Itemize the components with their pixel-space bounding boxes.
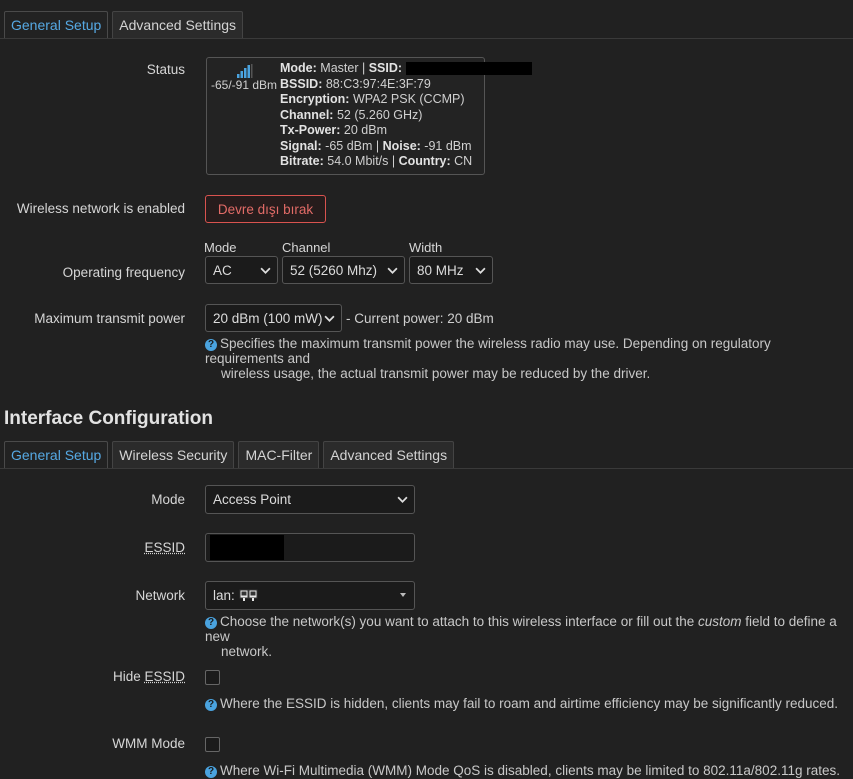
status-box: -65/-91 dBm Mode: Master | SSID: BSSID: … [206, 57, 532, 175]
txpower-key: Tx-Power: [280, 123, 341, 137]
tx-power-select[interactable]: 20 dBm (100 mW) [205, 304, 342, 332]
caret-down-icon [400, 593, 406, 597]
operating-frequency-label: Operating frequency [62, 265, 185, 280]
help-icon: ? [205, 339, 217, 351]
tx-power-help-line2: wireless usage, the actual transmit powe… [221, 366, 651, 381]
tx-power-label: Maximum transmit power [34, 311, 185, 326]
bssid-key: BSSID: [280, 76, 323, 91]
network-help-line2: network. [221, 644, 273, 659]
interface-tabs: General Setup Wireless Security MAC-Filt… [4, 441, 458, 469]
freq-channel-select[interactable]: 52 (5260 Mhz) [282, 256, 405, 284]
bitrate-key: Bitrate: [280, 154, 324, 168]
chevron-down-icon [475, 267, 486, 274]
iface-tab-divider [0, 468, 853, 469]
network-select[interactable]: lan: [205, 581, 415, 610]
wmm-mode-checkbox[interactable] [205, 737, 220, 752]
ssid-key: SSID: [368, 61, 403, 75]
wmm-help-text: Where Wi-Fi Multimedia (WMM) Mode QoS is… [220, 763, 840, 778]
network-interfaces-icon [239, 589, 258, 601]
signal-value: -65 dBm [325, 138, 373, 153]
hide-essid-help-text: Where the ESSID is hidden, clients may f… [220, 696, 839, 711]
chevron-down-icon [324, 315, 335, 322]
essid-redacted [210, 535, 284, 560]
status-label: Status [146, 62, 185, 77]
chevron-down-icon [397, 496, 408, 503]
freq-mode-label: Mode [204, 240, 237, 255]
mode-value: Master [320, 61, 359, 75]
mode-key: Mode: [280, 61, 317, 75]
noise-key: Noise: [382, 138, 421, 153]
tx-power-value: 20 dBm (100 mW) [213, 310, 323, 326]
section-heading: Interface Configuration [4, 408, 214, 429]
hide-essid-checkbox[interactable] [205, 670, 220, 685]
wireless-enabled-label: Wireless network is enabled [16, 201, 185, 216]
noise-value: -91 dBm [424, 138, 472, 153]
help-icon: ? [205, 617, 217, 629]
tab-mac-filter[interactable]: MAC-Filter [238, 441, 320, 468]
country-value: CN [454, 154, 473, 168]
chevron-down-icon [260, 267, 271, 274]
wmm-help: ? Where Wi-Fi Multimedia (WMM) Mode QoS i… [205, 763, 840, 778]
signal-key: Signal: [280, 138, 322, 153]
freq-width-value: 80 MHz [417, 262, 464, 278]
help-icon: ? [205, 766, 217, 778]
freq-channel-value: 52 (5260 Mhz) [290, 262, 378, 278]
ssid-redacted [405, 62, 532, 76]
tab-iface-general-setup[interactable]: General Setup [4, 441, 109, 468]
help-icon: ? [205, 699, 217, 711]
freq-mode-select[interactable]: AC [205, 256, 278, 284]
tab-iface-advanced-settings[interactable]: Advanced Settings [323, 441, 455, 468]
iface-mode-select[interactable]: Access Point [205, 485, 415, 514]
tab-general-setup[interactable]: General Setup [4, 11, 109, 38]
hide-essid-label: Hide ESSID [113, 669, 185, 684]
bitrate-value: 54.0 Mbit/s [327, 154, 389, 168]
hide-essid-label-pre: Hide [112, 669, 145, 684]
network-label: Network [135, 588, 185, 603]
network-help-em: custom [697, 614, 742, 629]
bssid-value: 88:C3:97:4E:3F:79 [325, 76, 431, 91]
network-help: ? Choose the network(s) you want to attac… [205, 614, 853, 659]
hide-essid-help: ? Where the ESSID is hidden, clients may … [205, 696, 838, 711]
txpower-value: 20 dBm [343, 123, 388, 137]
iface-mode-label: Mode [151, 492, 185, 507]
signal-range: -65/-91 dBm [211, 78, 278, 92]
freq-width-select[interactable]: 80 MHz [409, 256, 493, 284]
country-key: Country: [398, 154, 451, 168]
freq-channel-label: Channel [282, 240, 331, 255]
tab-advanced-settings[interactable]: Advanced Settings [112, 11, 244, 38]
current-power: - Current power: 20 dBm [346, 311, 494, 326]
iface-mode-value: Access Point [213, 492, 292, 507]
encryption-value: WPA2 PSK (CCMP) [352, 92, 465, 106]
network-help-pre: Choose the network(s) you want to attach… [220, 614, 698, 629]
essid-input[interactable] [205, 533, 415, 562]
channel-key: Channel: [280, 107, 334, 122]
essid-label: ESSID [144, 540, 185, 555]
freq-mode-value: AC [213, 262, 232, 278]
freq-width-label: Width [409, 240, 443, 255]
tx-power-help-line1: Specifies the maximum transmit power the… [205, 336, 771, 366]
hide-essid-label-u: ESSID [144, 669, 185, 684]
status-details: Mode: Master | SSID: BSSID: 88:C3:97:4E:… [280, 61, 532, 170]
network-value: lan: [213, 588, 235, 603]
signal-strength-icon [237, 64, 253, 78]
tab-wireless-security[interactable]: Wireless Security [112, 441, 235, 468]
chevron-down-icon [387, 267, 398, 274]
tab-divider [0, 38, 853, 39]
encryption-key: Encryption: [280, 92, 350, 106]
top-tabs: General Setup Advanced Settings [4, 11, 247, 39]
disable-wireless-button[interactable]: Devre dışı bırak [205, 195, 326, 223]
tx-power-help: ? Specifies the maximum transmit power th… [205, 336, 853, 381]
channel-value: 52 (5.260 GHz) [336, 107, 423, 122]
essid-label-text: ESSID [144, 540, 185, 555]
wmm-mode-label: WMM Mode [112, 736, 185, 751]
